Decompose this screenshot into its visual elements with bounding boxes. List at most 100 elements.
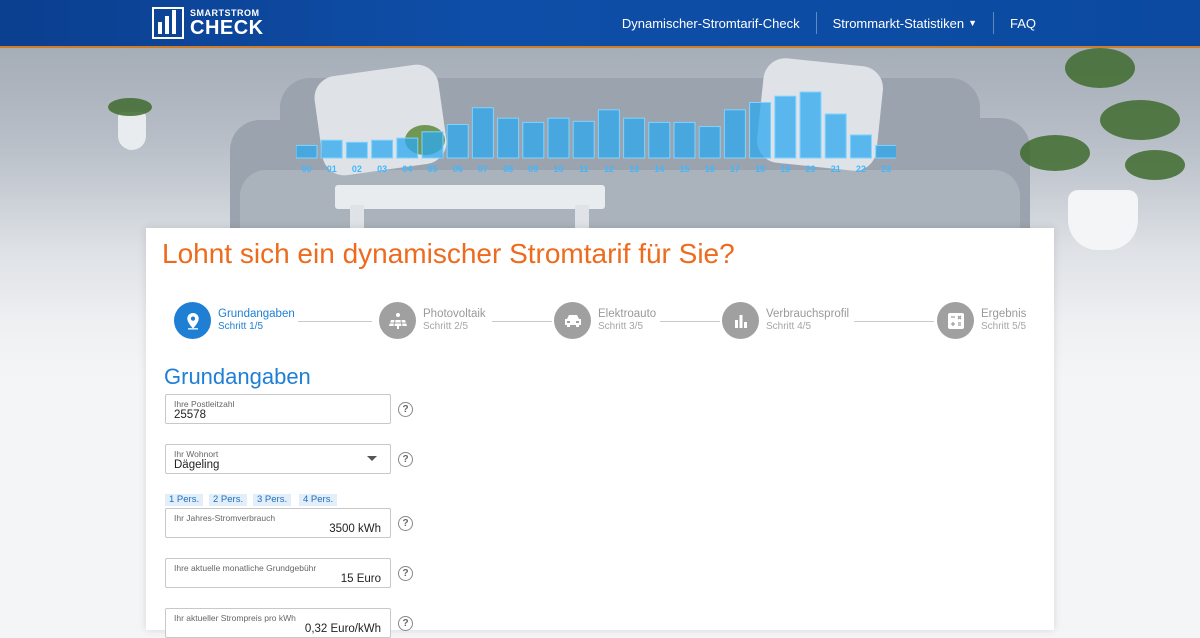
step-connector <box>298 321 372 322</box>
chart-bar <box>648 121 671 159</box>
step-text: Photovoltaik Schritt 2/5 <box>423 308 486 333</box>
plant-pot <box>1068 190 1138 250</box>
step-elektroauto[interactable]: Elektroauto Schritt 3/5 <box>554 302 656 339</box>
step-progress: Grundangaben Schritt 1/5 Photovoltaik Sc… <box>174 302 1034 342</box>
step-label: Grundangaben <box>218 308 295 321</box>
chevron-down-icon <box>367 456 377 461</box>
chart-bar <box>698 126 721 159</box>
chart-bar <box>345 141 368 159</box>
location-pin-icon <box>174 302 211 339</box>
nav-item-faq[interactable]: FAQ <box>992 12 1052 34</box>
field-value: 15 Euro <box>340 573 381 585</box>
top-navigation-bar: SMARTSTROM CHECK Dynamischer-Stromtarif-… <box>0 0 1200 48</box>
calculator-icon <box>937 302 974 339</box>
chart-bar <box>547 117 570 159</box>
person-chip-1[interactable]: 1 Pers. <box>165 494 204 506</box>
step-photovoltaik[interactable]: Photovoltaik Schritt 2/5 <box>379 302 486 339</box>
chart-tick-label: 09 <box>528 164 538 174</box>
help-icon[interactable]: ? <box>398 566 413 581</box>
field-label: Ihr Wohnort <box>174 449 219 459</box>
logo[interactable]: SMARTSTROM CHECK <box>152 6 264 40</box>
field-label: Ihre Postleitzahl <box>174 399 235 409</box>
chart-tick-label: 21 <box>831 164 841 174</box>
nav-item-strommarkt-statistiken[interactable]: Strommarkt-Statistiken ▼ <box>815 12 993 34</box>
field-label: Ihr Jahres-Stromverbrauch <box>174 513 276 523</box>
postleitzahl-field[interactable]: Ihre Postleitzahl 25578 <box>165 394 391 424</box>
chart-tick-label: 17 <box>730 164 740 174</box>
page-title: Lohnt sich ein dynamischer Stromtarif fü… <box>162 238 735 269</box>
step-ergebnis[interactable]: Ergebnis Schritt 5/5 <box>937 302 1026 339</box>
step-sub: Schritt 2/5 <box>423 321 469 333</box>
solar-panel-icon <box>379 302 416 339</box>
chart-bar <box>371 139 394 159</box>
calculator-card: Lohnt sich ein dynamischer Stromtarif fü… <box>146 228 1054 638</box>
chart-bar <box>749 101 772 159</box>
chart-bar <box>799 91 822 159</box>
step-label: Verbrauchsprofil <box>766 308 850 321</box>
main-nav: Dynamischer-Stromtarif-Check Strommarkt-… <box>606 0 1052 46</box>
step-verbrauchsprofil[interactable]: Verbrauchsprofil Schritt 4/5 <box>722 302 849 339</box>
field-label: Ihre aktuelle monatliche Grundgebühr <box>174 563 317 573</box>
help-icon[interactable]: ? <box>398 616 413 631</box>
person-chip-2[interactable]: 2 Pers. <box>209 494 248 506</box>
help-icon[interactable]: ? <box>398 452 413 467</box>
chart-tick-label: 03 <box>377 164 387 174</box>
chart-bar <box>572 120 595 159</box>
strompreis-field[interactable]: Ihr aktueller Strompreis pro kWh 0,32 Eu… <box>165 608 391 638</box>
chart-bar <box>849 134 872 159</box>
step-sub: Schritt 3/5 <box>598 321 644 333</box>
bar-chart-icon <box>722 302 759 339</box>
person-chip-4[interactable]: 4 Pers. <box>299 494 338 506</box>
chart-tick-label: 07 <box>478 164 488 174</box>
chart-tick-label: 01 <box>327 164 337 174</box>
chart-bar <box>497 117 520 159</box>
nav-item-label: Strommarkt-Statistiken <box>832 15 965 31</box>
chart-bar <box>396 137 419 159</box>
person-chip-3[interactable]: 3 Pers. <box>253 494 292 506</box>
chart-bar <box>875 144 896 159</box>
chart-tick-label: 12 <box>604 164 614 174</box>
chart-tick-label: 16 <box>705 164 715 174</box>
field-value: 3500 kWh <box>329 523 381 535</box>
step-connector <box>854 321 934 322</box>
plant-leaf <box>1065 48 1135 88</box>
field-label: Ihr aktueller Strompreis pro kWh <box>174 613 296 623</box>
chart-bar <box>446 123 469 159</box>
plant-leaf <box>1125 150 1185 180</box>
logo-bar <box>158 22 162 34</box>
step-label: Ergebnis <box>981 308 1027 321</box>
plant-leaf <box>108 98 152 116</box>
section-title: Grundangaben <box>164 364 311 389</box>
chart-bar <box>597 109 620 159</box>
help-icon[interactable]: ? <box>398 516 413 531</box>
wohnort-select[interactable]: Ihr Wohnort Dägeling <box>165 444 391 474</box>
field-value: 0,32 Euro/kWh <box>304 623 381 635</box>
chart-svg: 00 01 02 03 04 05 06 07 08 09 10 11 12 13 14 15 16 17 18 19… <box>296 91 896 174</box>
step-sub: Schritt 1/5 <box>218 321 264 333</box>
chart-bar <box>296 144 318 159</box>
jahresverbrauch-field[interactable]: Ihr Jahres-Stromverbrauch 3500 kWh <box>165 508 391 538</box>
step-text: Ergebnis Schritt 5/5 <box>981 308 1026 333</box>
field-value: Dägeling <box>174 459 220 471</box>
step-sub: Schritt 5/5 <box>981 321 1027 333</box>
step-label: Photovoltaik <box>423 308 486 321</box>
nav-item-stromtarif-check[interactable]: Dynamischer-Stromtarif-Check <box>606 12 816 34</box>
grundgebuehr-field[interactable]: Ihre aktuelle monatliche Grundgebühr 15 … <box>165 558 391 588</box>
plant-leaf <box>1100 100 1180 140</box>
step-grundangaben[interactable]: Grundangaben Schritt 1/5 <box>174 302 295 339</box>
chart-tick-label: 18 <box>755 164 765 174</box>
hourly-price-chart: 00 01 02 03 04 05 06 07 08 09 10 11 12 13 14 15 16 17 18 19… <box>296 90 896 180</box>
chart-tick-label: 19 <box>780 164 790 174</box>
step-text: Elektroauto Schritt 3/5 <box>598 308 656 333</box>
chart-tick-label: 06 <box>453 164 463 174</box>
logo-text-big: CHECK <box>190 16 264 39</box>
chart-tick-label: 08 <box>503 164 513 174</box>
coffee-table <box>335 185 605 209</box>
chart-tick-label: 11 <box>579 164 589 174</box>
logo-text: SMARTSTROM CHECK <box>190 8 264 39</box>
help-icon[interactable]: ? <box>398 402 413 417</box>
chart-bar <box>320 139 343 159</box>
chart-bar <box>421 131 444 159</box>
step-connector <box>660 321 720 322</box>
chart-tick-label: 04 <box>402 164 412 174</box>
